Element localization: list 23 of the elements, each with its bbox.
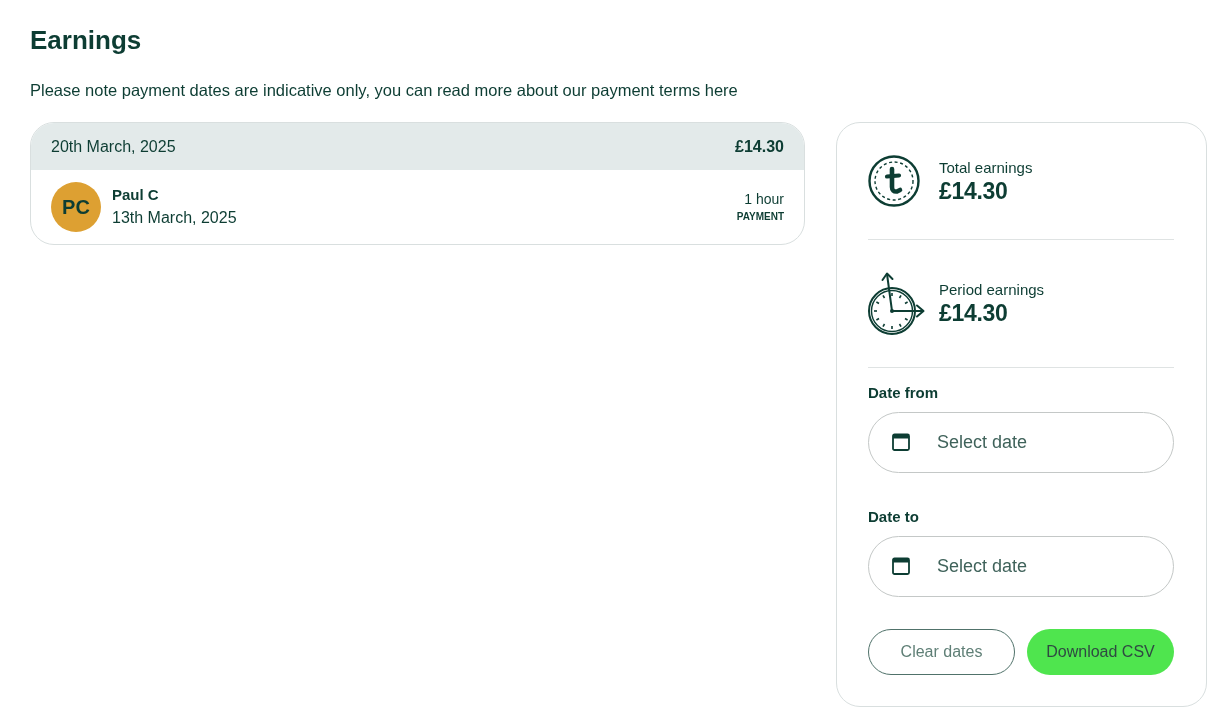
avatar: PC [51,182,101,232]
field-label: Date to [868,508,919,526]
clock-icon [866,271,926,335]
calendar-icon [892,433,910,451]
entry-type: PAYMENT [736,211,784,223]
stat-amount: £14.30 [939,299,1008,327]
stat-amount: £14.30 [939,177,1008,205]
download-button[interactable]: Download CSV [1027,629,1174,675]
stat-label: Total earnings [939,157,1033,178]
date-field[interactable]: Select date [868,536,1174,597]
session-date: 13th March, 2025 [112,208,237,228]
clear-button[interactable]: Clear dates [868,629,1015,675]
field-label: Date from [868,384,938,402]
payout-date: 20th March, 2025 [51,137,176,156]
date-field[interactable]: Select date [868,412,1174,473]
coin-icon [868,155,920,207]
session-duration: 1 hour [744,191,784,207]
payment-notice: Please note payment dates are indicative only, you can read more about our payment terms here [30,80,738,100]
page-title: Earnings [30,24,142,56]
stat-label: Period earnings [939,279,1045,300]
payout-amount: £14.30 [735,137,784,156]
calendar-icon [892,557,910,575]
client-name: Paul C [112,186,159,204]
